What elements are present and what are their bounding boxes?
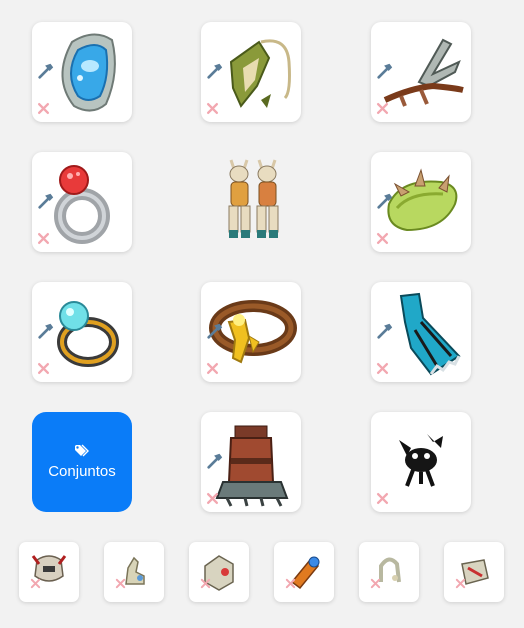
helmet-icon (31, 555, 67, 582)
character-icon (228, 159, 279, 238)
craft-hammer-icon[interactable] (37, 62, 55, 80)
craft-hammer-icon[interactable] (206, 452, 224, 470)
trophy-icon (204, 555, 234, 591)
craft-hammer-icon[interactable] (376, 62, 394, 80)
remove-icon[interactable] (376, 492, 389, 505)
remove-icon[interactable] (206, 492, 219, 505)
remove-icon[interactable] (376, 232, 389, 245)
equipment-slot-belt-2[interactable] (201, 282, 301, 382)
remove-icon[interactable] (30, 578, 41, 589)
remove-icon[interactable] (115, 578, 126, 589)
remove-icon[interactable] (206, 102, 219, 115)
character-portrait (201, 152, 301, 252)
remove-icon[interactable] (455, 578, 466, 589)
equipment-slot-pet[interactable] (371, 412, 471, 512)
dofus-slot-6[interactable] (444, 542, 504, 602)
mount-icon (125, 556, 145, 585)
dofus-slot-5[interactable] (359, 542, 419, 602)
remove-icon[interactable] (376, 102, 389, 115)
remove-icon[interactable] (285, 578, 296, 589)
equipment-slot-cape[interactable] (371, 282, 471, 382)
remove-icon[interactable] (370, 578, 381, 589)
craft-hammer-icon[interactable] (376, 192, 394, 210)
trophy-icon (461, 559, 489, 585)
craft-hammer-icon[interactable] (206, 322, 224, 340)
remove-icon[interactable] (200, 578, 211, 589)
remove-icon[interactable] (37, 232, 50, 245)
sets-button[interactable]: Conjuntos (32, 412, 132, 512)
equipment-slot-amulet[interactable] (201, 22, 301, 122)
remove-icon[interactable] (37, 362, 50, 375)
craft-hammer-icon[interactable] (206, 62, 224, 80)
trophy-icon (379, 557, 401, 583)
equipment-slot-ring-2[interactable] (32, 282, 132, 382)
dofus-slot-2[interactable] (104, 542, 164, 602)
remove-icon[interactable] (376, 362, 389, 375)
craft-hammer-icon[interactable] (37, 192, 55, 210)
equipment-slot-shield[interactable] (32, 22, 132, 122)
craft-hammer-icon[interactable] (37, 322, 55, 340)
sets-button-label: Conjuntos (48, 463, 116, 480)
equipment-slot-ring[interactable] (32, 152, 132, 252)
dofus-slot-4[interactable] (274, 542, 334, 602)
remove-icon[interactable] (206, 362, 219, 375)
equipment-slot-boots[interactable] (201, 412, 301, 512)
tags-icon (75, 444, 89, 457)
remove-icon[interactable] (37, 102, 50, 115)
craft-hammer-icon[interactable] (376, 322, 394, 340)
trophy-icon (290, 556, 320, 590)
equipment-slot-belt[interactable] (371, 152, 471, 252)
dofus-slot-1[interactable] (19, 542, 79, 602)
equipment-slot-weapon[interactable] (371, 22, 471, 122)
dofus-slot-3[interactable] (189, 542, 249, 602)
